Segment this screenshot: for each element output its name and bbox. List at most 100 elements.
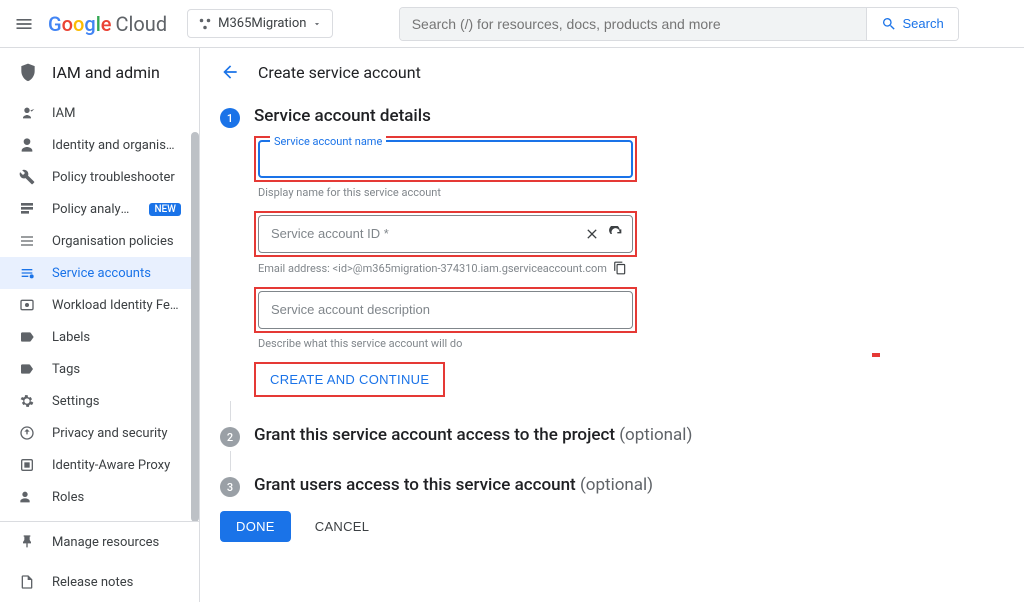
sidebar-item-iam[interactable]: IAM bbox=[0, 97, 199, 129]
main-content: Create service account 1 Service account… bbox=[200, 48, 1024, 602]
sidebar-footer-manage-resources[interactable]: Manage resources bbox=[0, 522, 199, 562]
privacy-icon bbox=[18, 425, 36, 441]
search-input[interactable] bbox=[400, 8, 866, 40]
back-arrow-icon[interactable] bbox=[220, 62, 240, 82]
page-title: Create service account bbox=[258, 63, 421, 82]
project-name: M365Migration bbox=[218, 16, 306, 31]
project-icon bbox=[198, 17, 212, 31]
sidebar-item-label: Tags bbox=[52, 362, 181, 377]
tags-icon bbox=[18, 361, 36, 377]
pin-icon bbox=[18, 534, 36, 550]
desc-helper: Describe what this service account will … bbox=[258, 337, 900, 350]
highlight-desc bbox=[254, 287, 637, 333]
step-3-badge: 3 bbox=[220, 477, 240, 497]
logo-cloud-text: Cloud bbox=[116, 12, 168, 36]
clear-icon[interactable] bbox=[584, 226, 600, 242]
sidebar-item-policy-analyser[interactable]: Policy analyser NEW bbox=[0, 193, 199, 225]
cancel-button[interactable]: CANCEL bbox=[299, 511, 386, 542]
sidebar: IAM and admin IAM Identity and organisati… bbox=[0, 48, 200, 602]
sidebar-item-label: Policy analyser bbox=[52, 202, 129, 217]
search-bar: Search bbox=[399, 7, 959, 41]
sidebar-item-label: Identity and organisation bbox=[52, 138, 181, 153]
step-2-badge: 2 bbox=[220, 427, 240, 447]
step-1-title: Service account details bbox=[254, 106, 900, 126]
sidebar-item-audit-logs[interactable]: Audit logs bbox=[0, 513, 199, 521]
highlight-name: Service account name bbox=[254, 136, 637, 182]
sidebar-item-identity-and-organisation[interactable]: Identity and organisation bbox=[0, 129, 199, 161]
step-1: 1 Service account details Service accoun… bbox=[220, 106, 900, 397]
step-connector bbox=[230, 401, 231, 421]
step-connector-2 bbox=[230, 451, 231, 471]
step-2-title: Grant this service account access to the… bbox=[254, 425, 900, 445]
sidebar-item-policy-troubleshooter[interactable]: Policy troubleshooter bbox=[0, 161, 199, 193]
create-and-continue-button[interactable]: CREATE AND CONTINUE bbox=[256, 364, 443, 395]
service-account-name-input[interactable] bbox=[271, 151, 620, 166]
sidebar-item-label: Policy troubleshooter bbox=[52, 170, 181, 185]
service-account-icon bbox=[18, 265, 36, 281]
labels-icon bbox=[18, 329, 36, 345]
sidebar-item-label: Privacy and security bbox=[52, 426, 181, 441]
sidebar-item-labels[interactable]: Labels bbox=[0, 321, 199, 353]
sidebar-item-label: Settings bbox=[52, 394, 181, 409]
step-3-title: Grant users access to this service accou… bbox=[254, 475, 900, 495]
sidebar-item-label: Roles bbox=[52, 490, 181, 505]
sidebar-item-workload-identity-federat-[interactable]: Workload Identity Federat... bbox=[0, 289, 199, 321]
step-2[interactable]: 2 Grant this service account access to t… bbox=[220, 425, 900, 447]
iap-icon bbox=[18, 457, 36, 473]
service-account-id-field[interactable] bbox=[258, 215, 633, 253]
sidebar-section-title: IAM and admin bbox=[0, 48, 199, 97]
sidebar-item-organisation-policies[interactable]: Organisation policies bbox=[0, 225, 199, 257]
highlight-create-btn: CREATE AND CONTINUE bbox=[254, 362, 445, 397]
sidebar-item-roles[interactable]: Roles bbox=[0, 481, 199, 513]
sidebar-item-label: IAM bbox=[52, 106, 181, 121]
org-icon bbox=[18, 233, 36, 249]
sidebar-item-label: Release notes bbox=[52, 575, 181, 590]
page-header: Create service account bbox=[200, 48, 1024, 96]
sidebar-item-label: Organisation policies bbox=[52, 234, 181, 249]
step-1-badge: 1 bbox=[220, 108, 240, 128]
top-header: Google Cloud M365Migration Search bbox=[0, 0, 1024, 48]
sidebar-item-label: Identity-Aware Proxy bbox=[52, 458, 181, 473]
release-icon bbox=[18, 574, 36, 590]
sidebar-footer: Manage resources Release notes bbox=[0, 521, 199, 602]
sidebar-item-label: Workload Identity Federat... bbox=[52, 298, 181, 313]
menu-icon[interactable] bbox=[12, 12, 36, 36]
workload-icon bbox=[18, 297, 36, 313]
sidebar-item-tags[interactable]: Tags bbox=[0, 353, 199, 385]
sidebar-item-service-accounts[interactable]: Service accounts bbox=[0, 257, 199, 289]
service-account-desc-field[interactable] bbox=[258, 291, 633, 329]
chevron-down-icon bbox=[312, 19, 322, 29]
wrench-icon bbox=[18, 169, 36, 185]
sidebar-item-label: Manage resources bbox=[52, 535, 181, 550]
iam-icon bbox=[18, 105, 36, 121]
highlight-id bbox=[254, 211, 637, 257]
search-button[interactable]: Search bbox=[866, 8, 958, 40]
shield-icon bbox=[18, 62, 38, 82]
name-helper: Display name for this service account bbox=[258, 186, 900, 199]
project-picker[interactable]: M365Migration bbox=[187, 9, 333, 38]
sidebar-item-label: Labels bbox=[52, 330, 181, 345]
sidebar-item-privacy-and-security[interactable]: Privacy and security bbox=[0, 417, 199, 449]
new-badge: NEW bbox=[149, 203, 181, 216]
service-account-desc-input[interactable] bbox=[271, 302, 620, 317]
search-icon bbox=[881, 16, 897, 32]
scrollbar-thumb[interactable] bbox=[191, 132, 199, 521]
sidebar-nav: IAM Identity and organisation Policy troub… bbox=[0, 97, 199, 521]
roles-icon bbox=[18, 489, 36, 505]
service-account-id-input[interactable] bbox=[271, 226, 620, 241]
refresh-icon[interactable] bbox=[608, 226, 624, 242]
service-account-name-field[interactable]: Service account name bbox=[258, 140, 633, 178]
id-helper: Email address: <id>@m365migration-374310… bbox=[258, 261, 900, 275]
identity-icon bbox=[18, 137, 36, 153]
sidebar-item-identity-aware-proxy[interactable]: Identity-Aware Proxy bbox=[0, 449, 199, 481]
copy-icon[interactable] bbox=[613, 261, 627, 275]
sidebar-footer-release-notes[interactable]: Release notes bbox=[0, 562, 199, 602]
name-label: Service account name bbox=[270, 135, 386, 148]
done-button[interactable]: DONE bbox=[220, 511, 291, 542]
step-3[interactable]: 3 Grant users access to this service acc… bbox=[220, 475, 900, 497]
sidebar-item-settings[interactable]: Settings bbox=[0, 385, 199, 417]
sidebar-item-label: Service accounts bbox=[52, 266, 181, 281]
policy-analyser-icon bbox=[18, 201, 36, 217]
settings-icon bbox=[18, 393, 36, 409]
google-cloud-logo[interactable]: Google Cloud bbox=[48, 12, 167, 36]
